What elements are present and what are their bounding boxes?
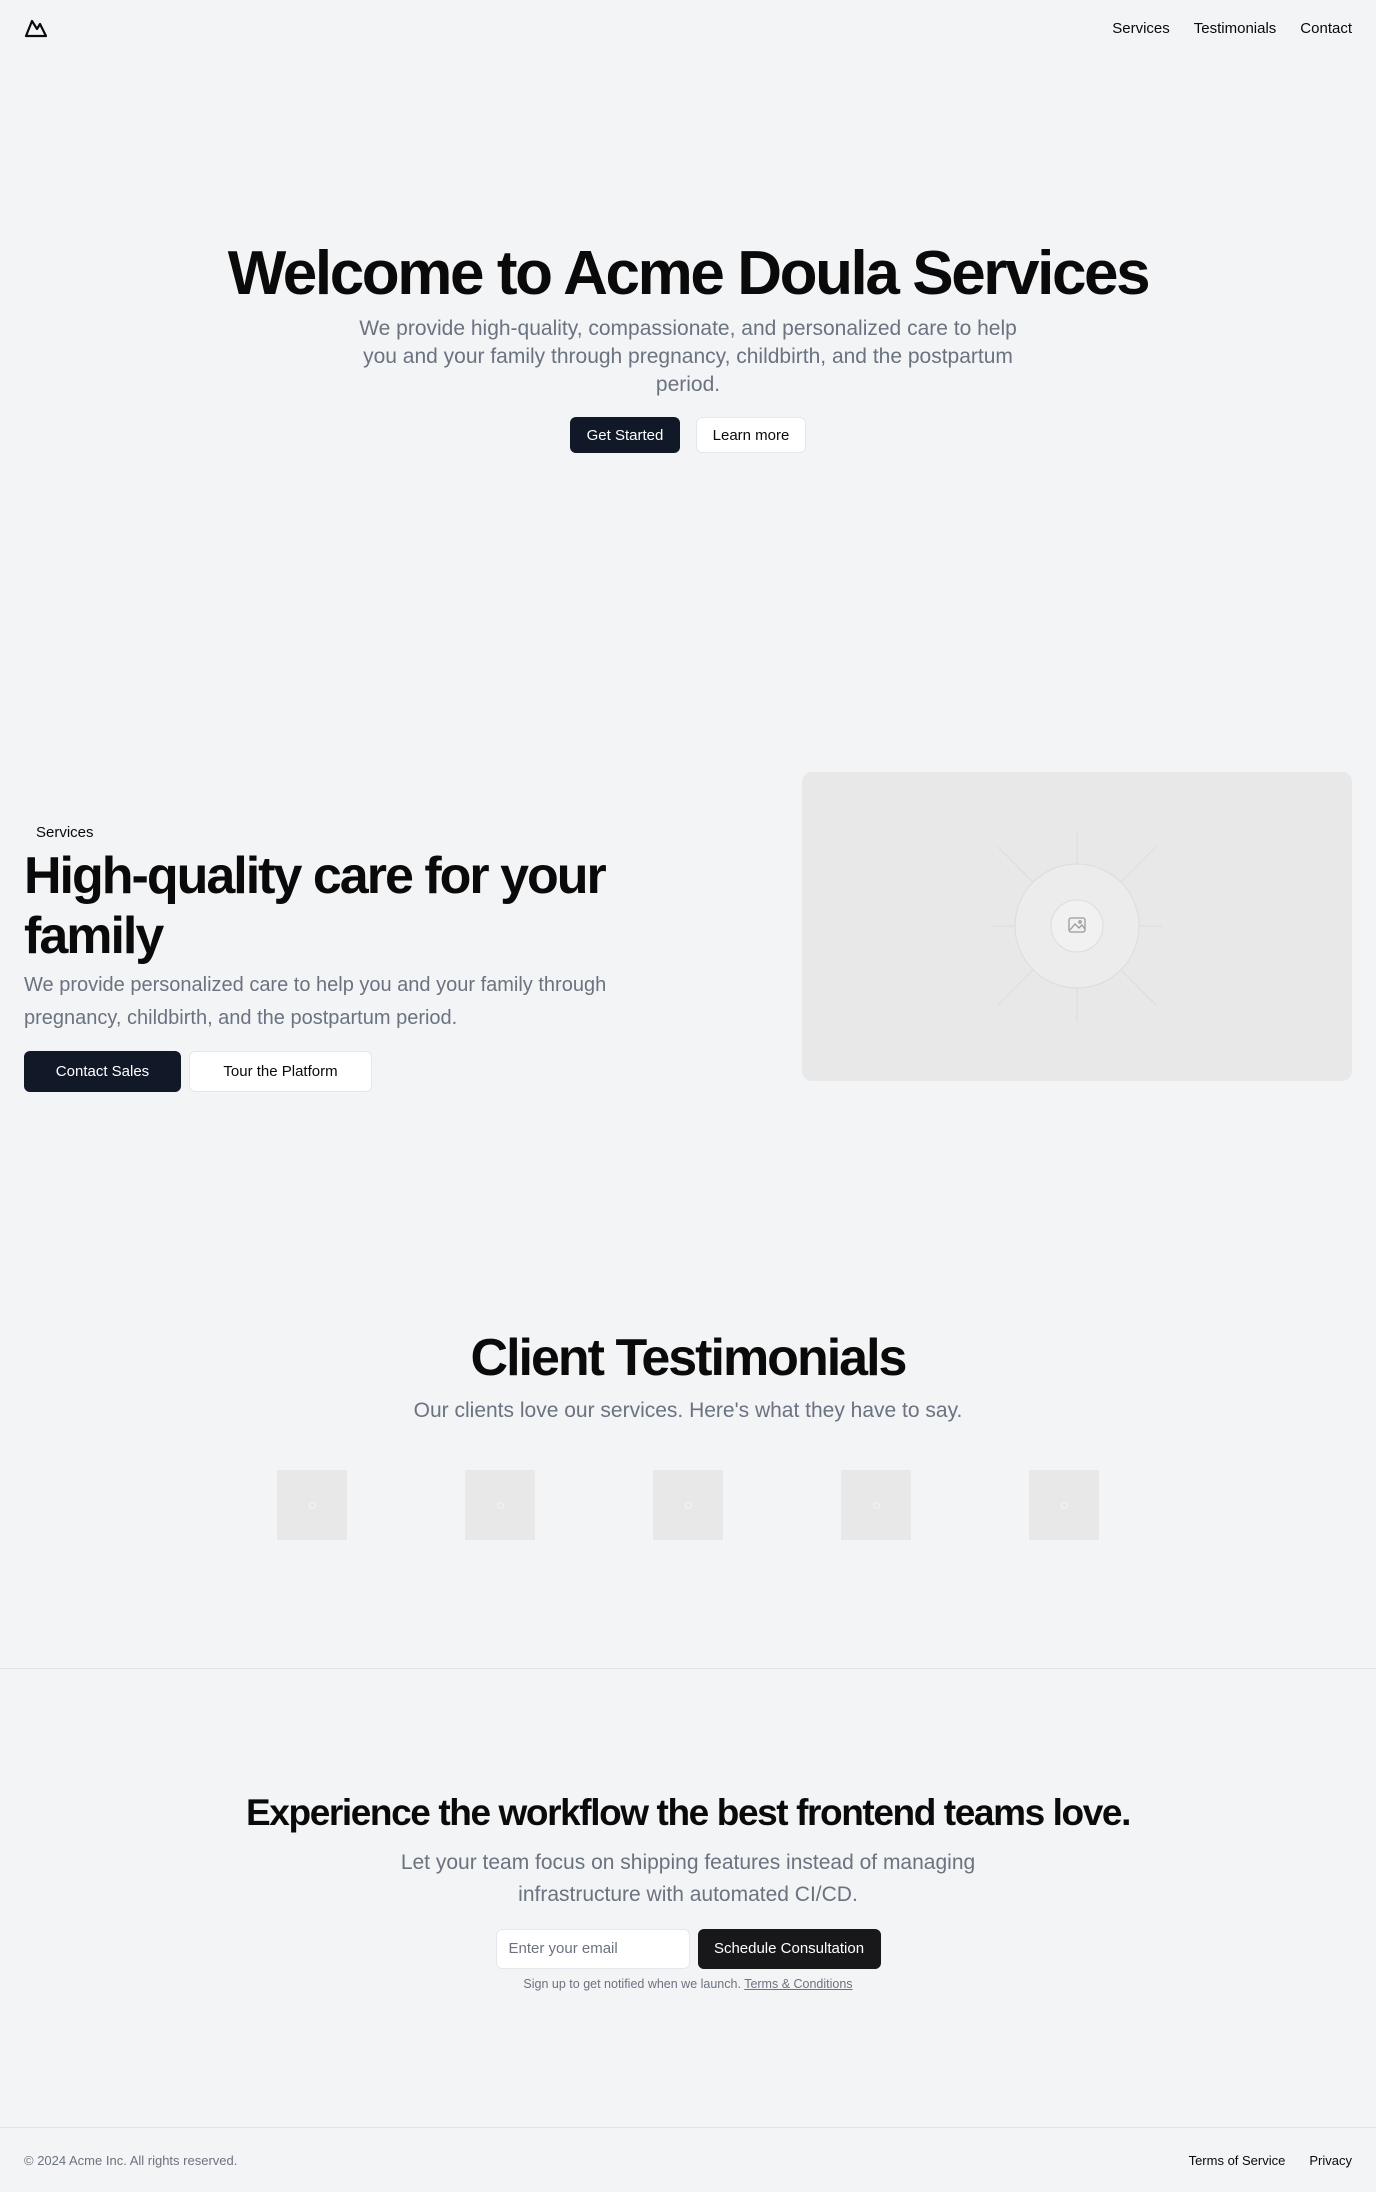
services-actions: Contact Sales Tour the Platform [24,1050,744,1092]
section-divider [0,1668,1376,1669]
placeholder-dot-icon [684,1501,692,1509]
services-section: Services High-quality care for your fami… [24,820,744,1092]
services-image-placeholder [802,772,1352,1081]
cta-subtitle: Let your team focus on shipping features… [400,1850,976,1906]
testimonial-image-4 [841,1470,911,1540]
terms-conditions-link[interactable]: Terms & Conditions [744,1977,852,1991]
nav-services-link[interactable]: Services [1112,20,1170,37]
image-placeholder-icon [992,832,1162,1022]
testimonial-image-3 [653,1470,723,1540]
cta-title: Experience the workflow the best fronten… [246,1792,1131,1833]
learn-more-button[interactable]: Learn more [696,417,806,454]
testimonial-image-2 [465,1470,535,1540]
schedule-consultation-button[interactable]: Schedule Consultation [697,1928,881,1969]
main-nav: Services Testimonials Contact [1112,20,1352,37]
site-header: Services Testimonials Contact [0,0,1376,56]
services-badge: Services [36,824,94,841]
privacy-link[interactable]: Privacy [1309,2153,1352,2168]
nav-testimonials-link[interactable]: Testimonials [1194,20,1277,37]
cta-section: Experience the workflow the best fronten… [0,1792,1376,1991]
testimonials-title: Client Testimonials [470,1329,908,1387]
testimonial-image-5 [1029,1470,1099,1540]
hero-section: Welcome to Acme Doula Services We provid… [0,238,1376,454]
copyright-text: © 2024 Acme Inc. All rights reserved. [24,2152,238,2168]
placeholder-dot-icon [496,1501,504,1509]
testimonial-tiles [0,1470,1376,1542]
signup-form: Schedule Consultation [0,1928,1376,1969]
signup-note-text: Sign up to get notified when we launch. [523,1976,741,1991]
testimonial-image-1 [277,1470,347,1540]
hero-subtitle: We provide high-quality, compassionate, … [359,317,1017,397]
hero-title: Welcome to Acme Doula Services [227,239,1151,308]
services-title: High-quality care for your family [24,847,607,965]
nav-contact-link[interactable]: Contact [1300,20,1352,37]
testimonials-subtitle: Our clients love our services. Here's wh… [413,1399,963,1423]
email-input[interactable] [495,1928,690,1969]
placeholder-dot-icon [872,1501,880,1509]
signup-note: Sign up to get notified when we launch. … [0,1977,1376,1991]
get-started-button[interactable]: Get Started [570,417,680,454]
terms-of-service-link[interactable]: Terms of Service [1189,2153,1286,2168]
services-description: We provide personalized care to help you… [24,973,607,1029]
tour-platform-button[interactable]: Tour the Platform [189,1050,372,1092]
testimonials-section: Client Testimonials Our clients love our… [0,1329,1376,1540]
placeholder-dot-icon [308,1501,316,1509]
footer-links: Terms of Service Privacy [1189,2153,1352,2168]
mountain-icon[interactable] [24,15,50,41]
contact-sales-button[interactable]: Contact Sales [24,1050,181,1092]
placeholder-dot-icon [1060,1501,1068,1509]
hero-actions: Get Started Learn more [0,417,1376,454]
site-footer: © 2024 Acme Inc. All rights reserved. Te… [0,2128,1376,2192]
